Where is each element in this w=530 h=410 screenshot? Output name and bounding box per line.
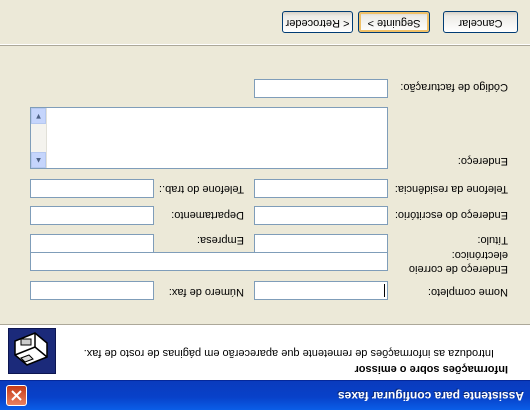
button-separator [0,44,530,46]
fax-wizard-window: Assistente para configurar faxes Informa… [0,0,530,410]
scroll-down-button[interactable]: ▼ [31,108,46,124]
home-phone-label: Telefone da residência: [394,183,508,195]
window-title: Assistente para configurar faxes [337,389,524,403]
work-phone-label: Telefone do trab.: [158,183,244,195]
title-input[interactable] [254,234,388,253]
chevron-down-icon: ▼ [34,112,43,121]
fax-number-label: Número de fax: [168,286,244,298]
address-label: Endereço: [457,155,508,167]
fax-wizard-icon [8,328,56,374]
company-label: Empresa: [196,234,244,246]
department-label: Departamento: [171,209,244,221]
back-button[interactable]: < Retroceder [282,11,353,33]
cancel-button[interactable]: Cancelar [443,11,518,33]
text-cursor [384,284,385,297]
email-label: Endereço de correio electrónico: [408,249,508,275]
address-scrollbar[interactable]: ▲ ▼ [31,108,47,168]
close-icon [11,390,22,401]
work-phone-input[interactable] [30,179,154,198]
full-name-label: Nome completo: [427,286,508,298]
window-content: Assistente para configurar faxes Informa… [0,0,530,410]
title-bar[interactable]: Assistente para configurar faxes [0,380,530,410]
fax-number-input[interactable] [30,281,154,300]
next-button[interactable]: Seguinte > [358,11,430,33]
home-phone-input[interactable] [254,179,388,198]
office-address-input[interactable] [254,206,388,225]
billing-code-input[interactable] [254,79,388,98]
chevron-up-icon: ▲ [34,156,43,165]
office-address-label: Endereço do escritório: [394,209,508,221]
scroll-up-button[interactable]: ▲ [31,152,46,168]
email-input[interactable] [30,252,388,271]
company-input[interactable] [30,234,154,253]
header-subtitle: Introduza as informações de remetente qu… [83,347,494,359]
header-panel: Informações sobre o emissor Introduza as… [0,324,530,380]
department-input[interactable] [30,206,154,225]
close-button[interactable] [6,385,27,406]
address-textarea[interactable]: ▲ ▼ [30,107,388,169]
title-label: Título: [477,234,508,246]
billing-code-label: Código de facturação: [400,81,508,93]
header-title: Informações sobre o emissor [354,363,508,375]
full-name-input[interactable] [254,281,388,300]
